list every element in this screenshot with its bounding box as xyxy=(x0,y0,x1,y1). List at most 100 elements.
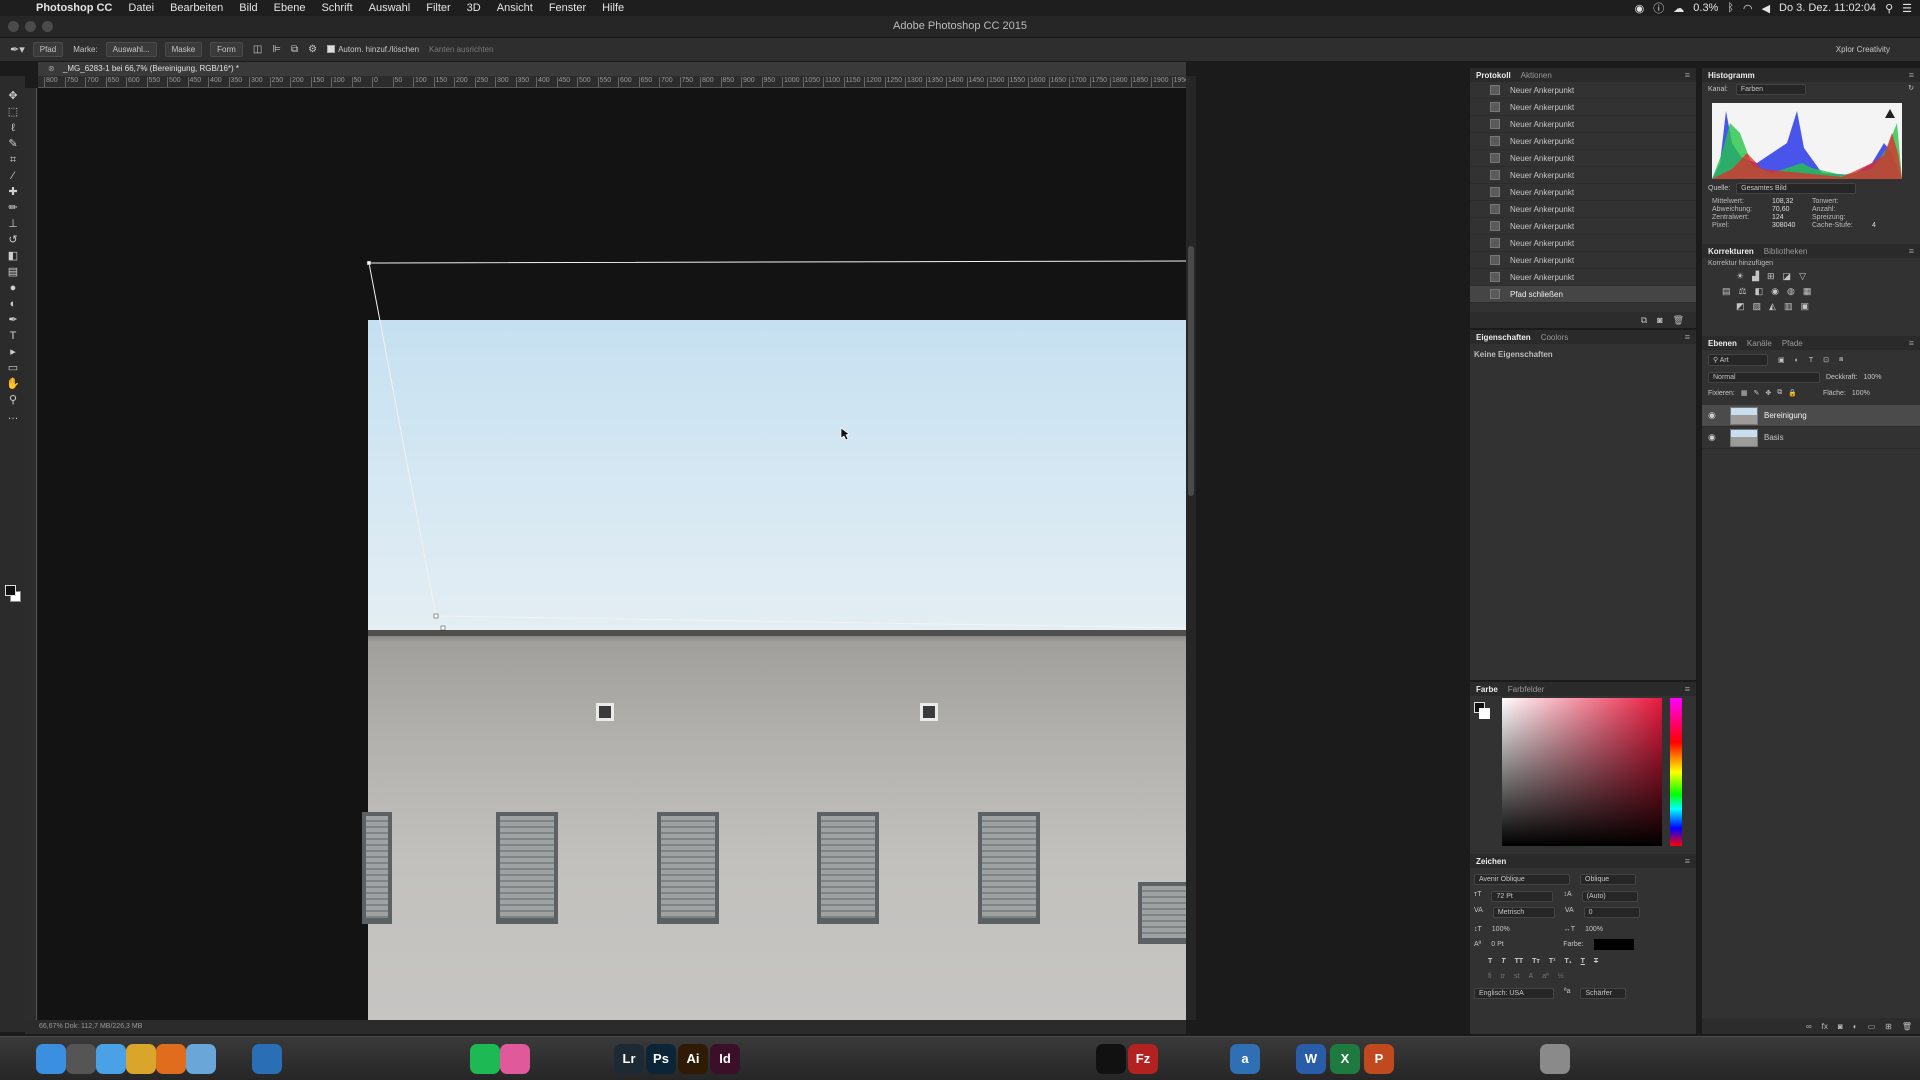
histogram-panel-title[interactable]: Histogramm xyxy=(1708,71,1755,80)
posterize-adjustment-icon[interactable]: ▨ xyxy=(1753,301,1762,312)
history-state[interactable]: Neuer Ankerpunkt xyxy=(1470,150,1696,167)
canvas-vertical-scrollbar[interactable] xyxy=(1186,76,1196,1020)
spotlight-icon[interactable]: ⚲ xyxy=(1885,2,1893,15)
delete-layer-icon[interactable]: 🗑 xyxy=(1902,1022,1912,1031)
move-tool-icon[interactable]: ✥ xyxy=(6,90,20,103)
history-state[interactable]: Neuer Ankerpunkt xyxy=(1470,184,1696,201)
snapshot-camera-icon[interactable]: ◙ xyxy=(1657,315,1662,325)
delete-state-icon[interactable]: 🗑 xyxy=(1673,315,1684,326)
scrollbar-thumb[interactable] xyxy=(1188,246,1194,496)
history-brush-icon[interactable]: ↺ xyxy=(6,234,20,247)
marquee-tool-icon[interactable]: ⬚ xyxy=(6,106,20,119)
layer-filter-select[interactable]: ⚲ Art xyxy=(1708,354,1768,366)
make-shape-button[interactable]: Form xyxy=(210,42,243,57)
refresh-icon[interactable]: ↻ xyxy=(1908,84,1914,92)
ordinal-icon[interactable]: aª xyxy=(1542,973,1548,980)
black-white-adjustment-icon[interactable]: ◧ xyxy=(1755,286,1764,297)
gradient-map-adjustment-icon[interactable]: ▥ xyxy=(1784,301,1793,312)
lock-artboard-icon[interactable]: ⧉ xyxy=(1777,389,1782,397)
panel-menu-icon[interactable]: ≡ xyxy=(1909,246,1914,256)
panel-menu-icon[interactable]: ≡ xyxy=(1685,856,1690,866)
panel-menu-icon[interactable]: ≡ xyxy=(1685,332,1690,342)
spotify-icon[interactable] xyxy=(470,1044,500,1074)
brightness-adjustment-icon[interactable]: ☀ xyxy=(1736,271,1744,282)
filter-shape-icon[interactable]: ⊡ xyxy=(1823,356,1829,364)
stamp-tool-icon[interactable]: ⊥ xyxy=(6,218,20,231)
menu-datei[interactable]: Datei xyxy=(120,2,162,14)
menu-auswahl[interactable]: Auswahl xyxy=(361,2,419,14)
tool-mode-select[interactable]: Pfad xyxy=(32,42,64,57)
auto-add-delete-checkbox[interactable]: Autom. hinzuf./löschen xyxy=(327,45,419,54)
word-icon[interactable]: W xyxy=(1296,1044,1326,1074)
menu-schrift[interactable]: Schrift xyxy=(313,2,360,14)
layer-name[interactable]: Basis xyxy=(1764,433,1784,442)
layer-thumbnail[interactable] xyxy=(1730,406,1758,425)
hue-slider[interactable] xyxy=(1670,698,1682,846)
illustrator-icon[interactable]: Ai xyxy=(678,1044,708,1074)
history-state[interactable]: Neuer Ankerpunkt xyxy=(1470,252,1696,269)
menu-ansicht[interactable]: Ansicht xyxy=(489,2,541,14)
type-tool-icon[interactable]: T xyxy=(6,330,20,343)
anchor-point[interactable] xyxy=(366,260,372,266)
make-selection-button[interactable]: Auswahl... xyxy=(105,42,157,57)
close-document-icon[interactable]: ⊗ xyxy=(48,64,55,73)
new-adjustment-layer-icon[interactable]: ◐ xyxy=(1853,1022,1858,1031)
fraction-icon[interactable]: ½ xyxy=(1558,973,1564,980)
bluetooth-icon[interactable]: ᛒ xyxy=(1727,2,1734,14)
new-group-icon[interactable]: ▭ xyxy=(1868,1022,1876,1031)
tab-pfade[interactable]: Pfade xyxy=(1782,339,1803,348)
launchpad-icon[interactable] xyxy=(66,1044,96,1074)
font-size-field[interactable]: 72 Pt xyxy=(1491,891,1554,902)
history-state[interactable]: Neuer Ankerpunkt xyxy=(1470,116,1696,133)
history-state[interactable]: Neuer Ankerpunkt xyxy=(1470,99,1696,116)
fill-field[interactable]: 100% xyxy=(1852,390,1870,397)
menu-3d[interactable]: 3D xyxy=(459,2,489,14)
indesign-icon[interactable]: Id xyxy=(710,1044,740,1074)
subscript-icon[interactable]: T₁ xyxy=(1564,958,1571,965)
hand-tool-icon[interactable]: ✋ xyxy=(6,378,20,391)
photo-filter-adjustment-icon[interactable]: ◉ xyxy=(1771,286,1779,297)
channel-select[interactable]: Farben xyxy=(1735,84,1806,95)
lightroom-icon[interactable]: Lr xyxy=(614,1044,644,1074)
layer-thumbnail[interactable] xyxy=(1730,428,1758,447)
blur-tool-icon[interactable]: ● xyxy=(6,282,20,295)
menu-bearbeiten[interactable]: Bearbeiten xyxy=(162,2,231,14)
workspace-switcher[interactable]: Xplor Creativity xyxy=(1836,45,1890,54)
character-panel-title[interactable]: Zeichen xyxy=(1476,857,1506,866)
cpu-usage[interactable]: 0.3% xyxy=(1693,2,1718,14)
panel-menu-icon[interactable]: ≡ xyxy=(1909,338,1914,348)
hue-saturation-adjustment-icon[interactable]: ▤ xyxy=(1722,286,1731,297)
tab-protokoll[interactable]: Protokoll xyxy=(1476,71,1511,80)
photoshop-icon[interactable]: Ps xyxy=(646,1044,676,1074)
new-document-from-state-icon[interactable]: ⧉ xyxy=(1641,315,1647,326)
align-edges-label[interactable]: Kanten ausrichten xyxy=(429,45,494,54)
eraser-tool-icon[interactable]: ◧ xyxy=(6,250,20,263)
quick-select-tool-icon[interactable]: ✎ xyxy=(6,138,20,151)
horizontal-ruler[interactable]: 800 750 700 650 600 550 500 450 400 350 300 250 200 1… xyxy=(38,76,1186,88)
history-state[interactable]: Neuer Ankerpunkt xyxy=(1470,201,1696,218)
tab-eigenschaften[interactable]: Eigenschaften xyxy=(1476,333,1531,342)
titling-icon[interactable]: A xyxy=(1529,973,1534,980)
shape-tool-icon[interactable]: ▭ xyxy=(6,362,20,375)
font-family-select[interactable]: Avenir Oblique xyxy=(1474,874,1570,885)
new-layer-icon[interactable]: ⊞ xyxy=(1885,1022,1892,1031)
layer-row[interactable]: ◉ Bereinigung xyxy=(1702,405,1920,427)
swash-icon[interactable]: ơ xyxy=(1501,973,1506,980)
powerpoint-icon[interactable]: P xyxy=(1364,1044,1394,1074)
menu-app-name[interactable]: Photoshop CC xyxy=(28,2,120,14)
underline-icon[interactable]: T xyxy=(1581,958,1585,965)
superscript-icon[interactable]: T¹ xyxy=(1549,958,1556,965)
panel-menu-icon[interactable]: ≡ xyxy=(1685,70,1690,80)
horizontal-scale-field[interactable]: 100% xyxy=(1585,926,1641,933)
healing-tool-icon[interactable]: ✚ xyxy=(6,186,20,199)
panel-menu-icon[interactable]: ≡ xyxy=(1685,684,1690,694)
add-mask-icon[interactable]: ◙ xyxy=(1838,1022,1843,1031)
color-balance-adjustment-icon[interactable]: ⚖ xyxy=(1739,286,1747,297)
document-tab[interactable]: ⊗ _MG_6283-1 bei 66,7% (Bereinigung, RGB… xyxy=(38,62,1186,76)
histogram-warning-icon[interactable] xyxy=(1885,109,1895,118)
curves-adjustment-icon[interactable]: ⊞ xyxy=(1767,271,1775,282)
clock[interactable]: Do 3. Dez. 11:02:04 xyxy=(1779,2,1876,14)
lasso-tool-icon[interactable]: ℓ xyxy=(6,122,20,135)
filezilla-icon[interactable]: Fz xyxy=(1128,1044,1158,1074)
layer-name[interactable]: Bereinigung xyxy=(1764,411,1807,420)
